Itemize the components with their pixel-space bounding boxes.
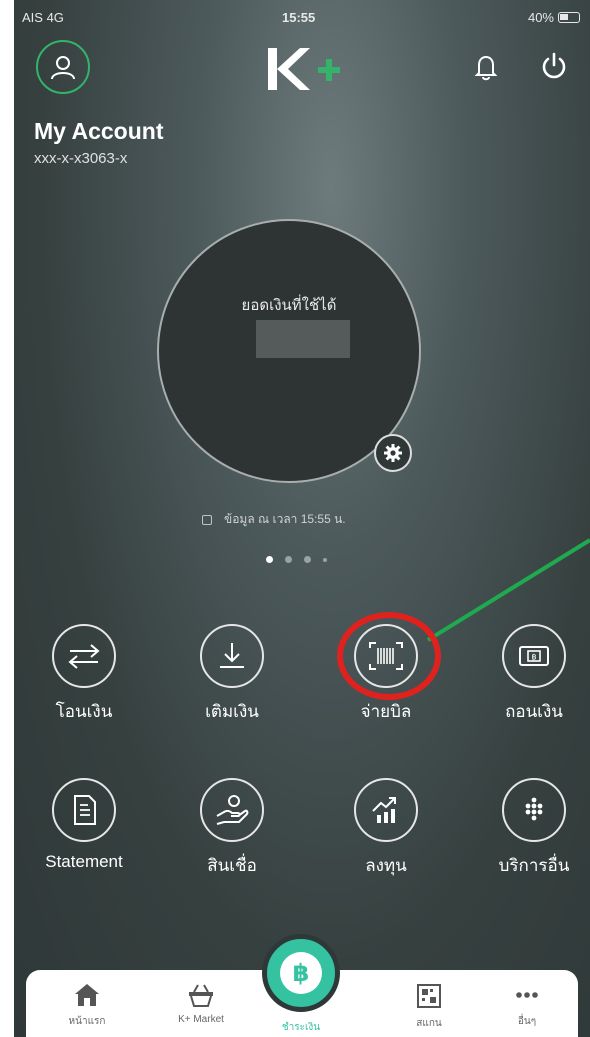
page-dot-2 xyxy=(285,556,292,563)
power-icon[interactable] xyxy=(538,50,570,82)
menu-circle xyxy=(502,778,566,842)
account-title: My Account xyxy=(34,118,164,144)
nav-label: สแกน xyxy=(416,1018,442,1029)
status-bar: AIS 4G 15:55 40% xyxy=(14,6,590,30)
document-icon xyxy=(74,795,96,825)
nav-scan[interactable]: สแกน xyxy=(384,982,474,1031)
menu-more-services[interactable]: บริการอื่น xyxy=(469,778,590,879)
nav-kplus-market[interactable]: K+ Market xyxy=(156,982,246,1025)
checkbox-icon xyxy=(202,514,212,525)
menu-transfer[interactable]: โอนเงิน xyxy=(19,624,149,725)
user-icon xyxy=(51,56,75,80)
nav-label: อื่นๆ xyxy=(517,1016,537,1027)
annotation-highlight-circle xyxy=(337,612,441,700)
page-dot-4 xyxy=(323,557,327,562)
menu-label: สินเชื่อ xyxy=(207,856,257,875)
pay-center-button[interactable]: ฿ xyxy=(262,934,340,1012)
battery-percent: 40% xyxy=(527,10,554,25)
nav-label: หน้าแรก xyxy=(68,1016,106,1027)
top-up-icon xyxy=(220,643,244,668)
menu-label: บริการอื่น xyxy=(498,856,570,875)
qr-scan-icon xyxy=(417,984,441,1008)
timestamp-text: ข้อมูล ณ เวลา 15:55 น. xyxy=(224,512,346,526)
page-dot-1 xyxy=(266,556,273,563)
basket-icon xyxy=(189,984,213,1007)
profile-button[interactable] xyxy=(36,40,90,94)
loan-hand-icon xyxy=(216,795,249,825)
bell-icon[interactable] xyxy=(472,52,500,82)
menu-circle xyxy=(52,624,116,688)
menu-circle xyxy=(200,624,264,688)
transfer-icon xyxy=(68,644,100,669)
svg-text:฿: ฿ xyxy=(531,653,536,662)
invest-chart-icon xyxy=(372,797,396,823)
carrier-label: AIS 4G xyxy=(22,10,64,25)
menu-top-up[interactable]: เติมเงิน xyxy=(167,624,297,725)
clock-label: 15:55 xyxy=(282,10,316,25)
menu-label: เติมเงิน xyxy=(205,702,259,721)
battery-indicator: 40% xyxy=(528,10,580,25)
more-dots-icon xyxy=(516,992,538,998)
cash-withdraw-icon: ฿ xyxy=(519,646,549,666)
menu-circle xyxy=(200,778,264,842)
pay-center-label: ชำระเงิน xyxy=(281,1022,321,1033)
balance-hidden-value xyxy=(256,320,350,358)
menu-circle xyxy=(354,778,418,842)
home-icon xyxy=(75,984,99,1006)
kplus-logo xyxy=(268,48,340,90)
balance-settings-button[interactable] xyxy=(374,434,412,472)
menu-circle xyxy=(52,778,116,842)
menu-loan[interactable]: สินเชื่อ xyxy=(167,778,297,879)
menu-withdraw[interactable]: ฿ ถอนเงิน xyxy=(469,624,590,725)
menu-label: จ่ายบิล xyxy=(360,702,412,721)
page-indicator xyxy=(266,556,327,563)
menu-label: โอนเงิน xyxy=(55,702,113,721)
page-dot-3 xyxy=(304,556,311,563)
menu-label: Statement xyxy=(45,852,123,871)
nav-home[interactable]: หน้าแรก xyxy=(42,982,132,1029)
nav-label: K+ Market xyxy=(178,1014,224,1025)
gear-icon xyxy=(384,444,402,462)
menu-label: ถอนเงิน xyxy=(505,702,563,721)
battery-icon xyxy=(558,12,580,23)
data-timestamp: ข้อมูล ณ เวลา 15:55 น. xyxy=(202,510,346,529)
baht-icon: ฿ xyxy=(280,952,322,994)
nav-more[interactable]: อื่นๆ xyxy=(482,982,572,1029)
menu-circle: ฿ xyxy=(502,624,566,688)
menu-invest[interactable]: ลงทุน xyxy=(321,778,451,879)
menu-label: ลงทุน xyxy=(365,856,407,875)
balance-label: ยอดเงินที่ใช้ได้ xyxy=(241,297,337,314)
more-services-icon xyxy=(525,797,543,821)
menu-statement[interactable]: Statement xyxy=(19,778,149,872)
account-number: xxx-x-x3063-x xyxy=(34,150,128,167)
app-screen: AIS 4G 15:55 40% My Account xxx-x-x3063-… xyxy=(14,0,590,1037)
